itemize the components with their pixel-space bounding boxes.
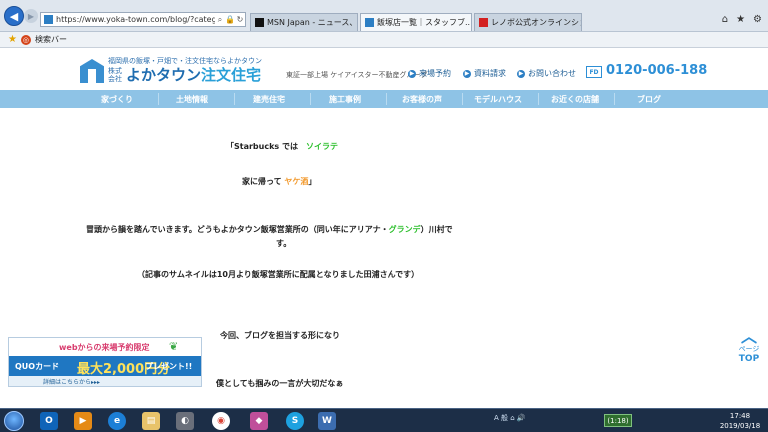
tab-msn[interactable]: MSN Japan - ニュース、天気... <box>250 13 358 31</box>
site-header: 福岡県の飯塚・戸畑で・注文住宅ならよかタウン 株式会社 よかタウン注文住宅 東証… <box>0 48 768 90</box>
nav-item-blog[interactable]: ブログ <box>637 90 661 108</box>
tab-label: レノボ公式オンラインショッ... <box>491 18 581 27</box>
brand-logo[interactable]: よかタウン注文住宅 <box>126 64 261 85</box>
arrow-right-icon: ▶ <box>27 11 35 21</box>
arrow-icon: ▶ <box>408 69 416 78</box>
page-top-button[interactable]: ︿ ページ TOP <box>734 327 764 365</box>
text: 「Starbucks では <box>226 142 298 151</box>
media-player-icon[interactable]: ▶ <box>74 412 92 430</box>
refresh-icon[interactable]: ↻ <box>235 15 245 24</box>
nav-item-house-building[interactable]: 家づくり <box>101 90 133 108</box>
taskbar: O ▶ e ▤ ◐ ◉ ◆ S W A 般 ⌂ 🔊 (1:18) 17:48 2… <box>0 408 768 432</box>
nav-item-voices[interactable]: お客様の声 <box>402 90 442 108</box>
search-icon[interactable]: ⌕ <box>215 15 225 25</box>
folder-icon[interactable]: ▤ <box>142 412 160 430</box>
brand-sub: 注文住宅 <box>201 66 262 84</box>
link-label: 資料請求 <box>474 69 506 78</box>
blog-line-3b: す。 <box>276 239 292 248</box>
chrome-icon[interactable]: ◉ <box>212 412 230 430</box>
address-bar[interactable]: https://www.yoka-town.com/blog/?category… <box>40 12 246 27</box>
url-text: https://www.yoka-town.com/blog/?category… <box>56 15 215 24</box>
highlight-text: グランデ <box>388 225 421 234</box>
nav-item-ready-built[interactable]: 建売住宅 <box>253 90 285 108</box>
site-favicon-icon <box>44 15 53 24</box>
app-icon[interactable]: ◐ <box>176 412 194 430</box>
back-button[interactable]: ◀ <box>4 6 24 26</box>
tab-label: MSN Japan - ニュース、天気... <box>267 18 358 27</box>
star-icon[interactable]: ★ <box>8 34 17 45</box>
tab-label: 飯塚店一覧｜スタッフブ... <box>377 18 472 27</box>
home-icon[interactable]: ⌂ <box>722 14 728 25</box>
blog-line-1: 「Starbucks では ソイラテ <box>226 141 338 152</box>
highlight-text: ヤケ酒 <box>284 177 309 186</box>
page-top-label: ページ <box>738 345 760 353</box>
nav-item-model-house[interactable]: モデルハウス <box>474 90 522 108</box>
system-tray[interactable]: A 般 ⌂ 🔊 <box>494 413 526 423</box>
blog-line-5: 今回、ブログを担当する形になり <box>220 331 340 340</box>
banner-present: プレゼント!! <box>145 362 193 371</box>
link-label: 来場予約 <box>419 69 451 78</box>
favorites-star-icon[interactable]: ★ <box>736 14 745 25</box>
main-nav: 家づくり 土地情報 建売住宅 施工事例 お客様の声 モデルハウス お近くの店舗 … <box>0 90 768 108</box>
favorites-bar: ★ ◎ 検索バー <box>0 32 768 48</box>
contact-link[interactable]: ▶ お問い合わせ <box>517 68 576 79</box>
start-button[interactable] <box>4 411 24 431</box>
link-label: お問い合わせ <box>528 69 576 78</box>
arrow-left-icon: ◀ <box>9 9 19 23</box>
tab-yokatown[interactable]: 飯塚店一覧｜スタッフブ... ✕ <box>360 13 472 31</box>
quo-card-banner[interactable]: webからの来場予約限定 ❦ QUOカード 最大2,000円分 プレゼント!! … <box>8 337 202 387</box>
arrow-icon: ▶ <box>463 69 471 78</box>
logo-icon[interactable] <box>80 59 104 83</box>
nav-item-works[interactable]: 施工事例 <box>329 90 361 108</box>
leaf-icon: ❦ <box>169 340 179 353</box>
lock-icon[interactable]: 🔒 <box>225 15 235 24</box>
banner-quo: QUOカード <box>15 362 60 371</box>
corp-label: 株式会社 <box>108 67 122 83</box>
nav-item-stores[interactable]: お近くの店舗 <box>551 90 599 108</box>
browser-actions: ⌂ ★ ⚙ <box>722 14 762 25</box>
browser-toolbar: ◀ ▶ https://www.yoka-town.com/blog/?cate… <box>0 0 768 32</box>
lenovo-favicon-icon <box>479 18 488 27</box>
forward-button[interactable]: ▶ <box>24 9 38 23</box>
blog-line-3: 冒頭から韻を踏んでいきます。どうもよかタウン飯塚営業所の（同い年にアリアナ・グラ… <box>86 224 453 235</box>
text: 」 <box>308 177 317 186</box>
phone-number[interactable]: 0120-006-188 <box>606 63 707 78</box>
favorites-item[interactable]: 検索バー <box>35 34 67 45</box>
arrow-icon: ▶ <box>517 69 525 78</box>
page-top-label-top: TOP <box>738 354 760 364</box>
chevron-up-icon: ︿ <box>740 327 757 346</box>
skype-icon[interactable]: S <box>286 412 304 430</box>
nav-item-land[interactable]: 土地情報 <box>176 90 208 108</box>
blog-line-2: 家に帰って ヤケ酒」 <box>242 176 316 187</box>
request-materials-link[interactable]: ▶ 資料請求 <box>463 68 506 79</box>
msn-favicon-icon <box>255 18 264 27</box>
brand-name: よかタウン <box>126 66 202 84</box>
tab-lenovo[interactable]: レノボ公式オンラインショッ... <box>474 13 582 31</box>
listed-text: 東証一部上場 ケイアイスター不動産グループ <box>286 71 428 79</box>
blog-line-4: （記事のサムネイルは10月より飯塚営業所に配属となりました田浦さんです） <box>137 270 420 279</box>
blog-line-6: 僕としても掴みの一言が大切だなぁ <box>216 379 344 388</box>
app-icon-2[interactable]: ◆ <box>250 412 268 430</box>
highlight-text: ソイラテ <box>305 142 338 151</box>
text: ）川村で <box>420 225 453 234</box>
word-icon[interactable]: W <box>318 412 336 430</box>
banner-web-text: webからの来場予約限定 <box>59 343 150 352</box>
clock-date: 2019/03/18 <box>719 422 761 430</box>
banner-more-link[interactable]: 詳細はこちらから▸▸▸ <box>43 377 100 386</box>
search-bar-icon: ◎ <box>20 34 31 45</box>
freedial-icon: FD <box>586 66 602 78</box>
outlook-icon[interactable]: O <box>40 412 58 430</box>
visit-reservation-link[interactable]: ▶ 来場予約 <box>408 68 451 79</box>
internet-explorer-icon[interactable]: e <box>108 412 126 430</box>
text: 家に帰って <box>242 177 282 186</box>
gear-icon[interactable]: ⚙ <box>753 14 762 25</box>
clock[interactable]: 17:48 2019/03/18 <box>716 411 764 431</box>
clock-time: 17:48 <box>729 412 751 420</box>
text: 冒頭から韻を踏んでいきます。どうもよかタウン飯塚営業所の（同い年にアリアナ・ <box>86 225 389 234</box>
tray-indicator[interactable]: (1:18) <box>604 414 632 427</box>
site-favicon-icon <box>365 18 374 27</box>
